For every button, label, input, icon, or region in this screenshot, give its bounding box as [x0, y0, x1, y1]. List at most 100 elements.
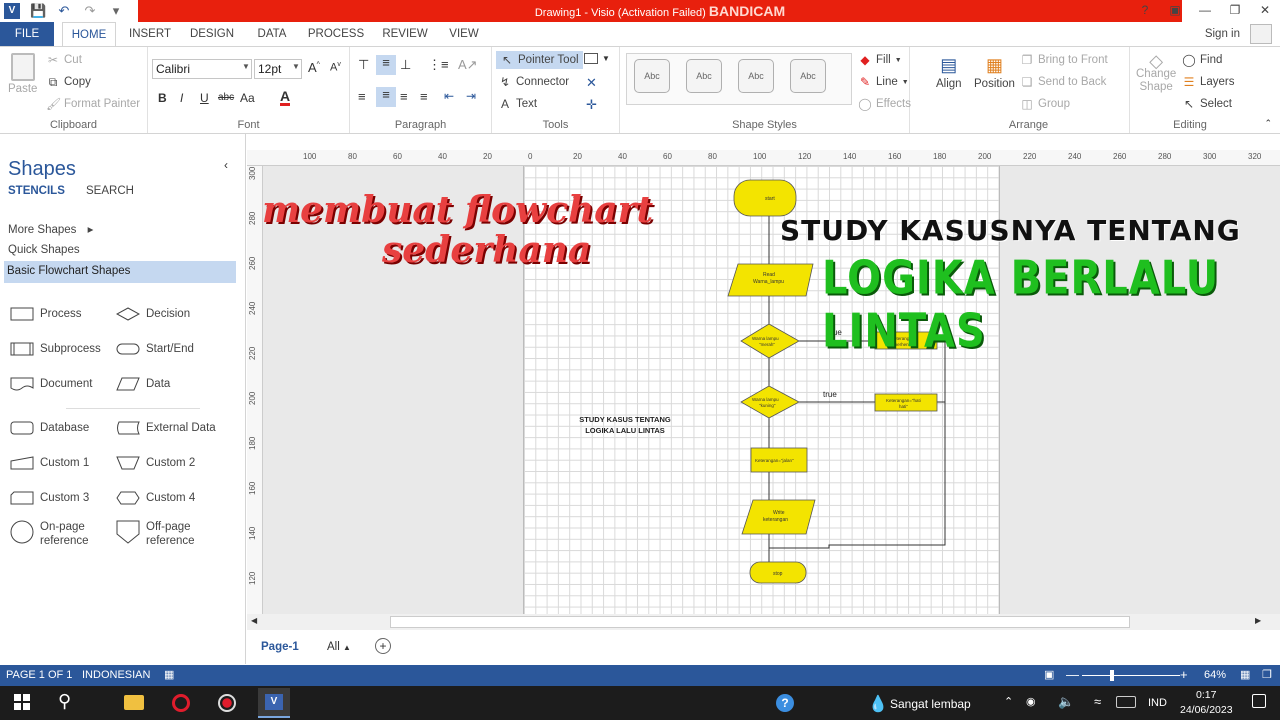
flow-decision-kuning[interactable] — [740, 385, 800, 419]
font-size-dropdown-icon[interactable]: ▼ — [292, 62, 300, 71]
effects-button[interactable]: ◯ Effects — [858, 97, 911, 111]
style-swatch-3[interactable]: Abc — [738, 59, 774, 93]
underline-button[interactable]: U — [200, 91, 209, 105]
help-icon[interactable]: ? — [1130, 0, 1160, 22]
weather-text[interactable]: Sangat lembap — [890, 697, 971, 711]
italic-button[interactable]: I — [180, 91, 183, 105]
tab-insert[interactable]: INSERT — [128, 22, 172, 46]
align-center-icon[interactable]: ≡ — [376, 87, 396, 107]
connector-button[interactable]: ↯ Connector — [498, 75, 569, 89]
basic-flowchart-stencil[interactable]: Basic Flowchart Shapes — [4, 261, 236, 283]
shape-external-data[interactable]: External Data — [116, 421, 216, 435]
bold-button[interactable]: B — [158, 91, 167, 105]
bring-to-front-button[interactable]: ❐ Bring to Front — [1020, 53, 1108, 67]
clock-time[interactable]: 0:17 — [1196, 689, 1216, 701]
notification-icon[interactable] — [1252, 694, 1266, 708]
redo-icon[interactable]: ↷ — [82, 3, 98, 19]
account-avatar-icon[interactable] — [1250, 24, 1272, 44]
meet-now-icon[interactable]: ◉ — [1026, 695, 1036, 708]
close-button[interactable]: ✕ — [1250, 0, 1280, 22]
find-button[interactable]: ◯ Find — [1182, 53, 1222, 67]
scroll-right-icon[interactable]: ▶ — [1255, 616, 1261, 625]
align-middle-icon[interactable]: ≡ — [376, 55, 396, 75]
zoom-in-button[interactable]: + — [1180, 667, 1188, 682]
keyboard-icon[interactable] — [1116, 696, 1136, 708]
quick-shapes-link[interactable]: Quick Shapes — [8, 244, 80, 256]
align-top-icon[interactable]: ⊤ — [358, 57, 369, 73]
increase-indent-icon[interactable]: ⇥ — [466, 89, 476, 103]
scroll-left-icon[interactable]: ◀ — [251, 616, 257, 625]
shape-off-page-reference[interactable]: Off-page reference — [116, 520, 202, 548]
wifi-icon[interactable]: ≈ — [1094, 694, 1101, 709]
zoom-out-button[interactable]: — — [1066, 667, 1079, 682]
tab-home[interactable]: HOME — [62, 22, 116, 47]
fit-page-icon[interactable]: ▦ — [1240, 668, 1250, 681]
restore-button[interactable]: ❐ — [1220, 0, 1250, 22]
strikethrough-button[interactable]: abc — [218, 92, 234, 103]
text-direction-icon[interactable]: A↗ — [458, 57, 478, 73]
shape-data[interactable]: Data — [116, 377, 170, 391]
tab-review[interactable]: REVIEW — [380, 22, 430, 46]
pointer-tool-button[interactable]: ↖ Pointer Tool — [496, 51, 583, 69]
paste-button[interactable]: Paste — [8, 53, 37, 95]
rectangle-dropdown-icon[interactable]: ▼ — [602, 54, 610, 63]
shape-decision[interactable]: Decision — [116, 307, 190, 321]
file-explorer-icon[interactable] — [124, 695, 144, 710]
page-note[interactable]: STUDY KASUS TENTANG LOGIKA LALU LINTAS — [570, 414, 680, 436]
text-tool-button[interactable]: A Text — [498, 97, 537, 111]
align-button[interactable]: ▤ Align — [936, 55, 962, 90]
shape-custom-2[interactable]: Custom 2 — [116, 456, 195, 470]
cut-button[interactable]: ✂ Cut — [46, 53, 82, 67]
input-language[interactable]: IND — [1148, 697, 1167, 709]
shape-custom-3[interactable]: Custom 3 — [10, 491, 89, 505]
search-icon[interactable]: ⚲ — [58, 691, 71, 712]
justify-icon[interactable]: ≡ — [420, 89, 428, 104]
connection-point-icon[interactable]: ✛ — [586, 97, 597, 113]
send-to-back-button[interactable]: ❏ Send to Back — [1020, 75, 1107, 89]
search-tab[interactable]: SEARCH — [86, 185, 134, 197]
speaker-icon[interactable]: 🔈 — [1058, 694, 1074, 710]
shape-on-page-reference[interactable]: On-page reference — [10, 520, 96, 548]
shrink-font-icon[interactable]: Av — [330, 61, 341, 74]
decrease-indent-icon[interactable]: ⇤ — [444, 89, 454, 103]
change-shape-button[interactable]: ◇ Change Shape — [1136, 52, 1176, 94]
help-app-icon[interactable]: ? — [776, 694, 794, 712]
switch-windows-icon[interactable]: ❐ — [1262, 668, 1272, 681]
shape-document[interactable]: Document — [10, 377, 92, 391]
tab-data[interactable]: DATA — [252, 22, 292, 46]
shape-custom-1[interactable]: Custom 1 — [10, 456, 89, 470]
zoom-slider-thumb[interactable] — [1110, 670, 1114, 681]
scrollbar-thumb[interactable] — [390, 616, 1130, 628]
shape-process[interactable]: Process — [10, 307, 82, 321]
style-swatch-2[interactable]: Abc — [686, 59, 722, 93]
bullets-icon[interactable]: ⋮≡ — [428, 57, 449, 73]
page-count[interactable]: PAGE 1 OF 1 — [6, 669, 72, 681]
align-right-icon[interactable]: ≡ — [400, 89, 408, 104]
grow-font-icon[interactable]: A^ — [308, 60, 320, 75]
shape-subprocess[interactable]: Subprocess — [10, 342, 101, 356]
style-swatch-4[interactable]: Abc — [790, 59, 826, 93]
stencils-tab[interactable]: STENCILS — [8, 185, 65, 197]
undo-icon[interactable]: ↶ — [56, 3, 72, 19]
minimize-button[interactable]: — — [1190, 0, 1220, 22]
copy-button[interactable]: ⧉ Copy — [46, 75, 91, 89]
tab-view[interactable]: VIEW — [444, 22, 484, 46]
weather-drop-icon[interactable]: 💧 — [868, 694, 888, 714]
tray-chevron-icon[interactable]: ⌃ — [1004, 695, 1013, 708]
windows-start-icon[interactable] — [14, 694, 30, 710]
add-page-icon[interactable]: + — [375, 638, 391, 654]
line-button[interactable]: ✎ Line ▼ — [858, 75, 909, 89]
fill-button[interactable]: ◆ Fill ▼ — [858, 53, 901, 67]
layers-button[interactable]: ☰ Layers — [1182, 75, 1235, 89]
zoom-level[interactable]: 64% — [1204, 669, 1226, 681]
rectangle-tool-icon[interactable] — [584, 53, 598, 64]
collapse-ribbon-icon[interactable]: ⌃ — [1264, 118, 1272, 129]
tab-process[interactable]: PROCESS — [306, 22, 366, 46]
group-button[interactable]: ◫ Group — [1020, 97, 1070, 111]
presentation-mode-icon[interactable]: ▣ — [1044, 668, 1054, 681]
customize-qat-icon[interactable]: ▾ — [108, 3, 124, 19]
language-indicator[interactable]: INDONESIAN — [82, 669, 150, 681]
opera-icon[interactable] — [172, 694, 190, 712]
clock-date[interactable]: 24/06/2023 — [1180, 704, 1233, 716]
position-button[interactable]: ▦ Position — [974, 55, 1015, 90]
